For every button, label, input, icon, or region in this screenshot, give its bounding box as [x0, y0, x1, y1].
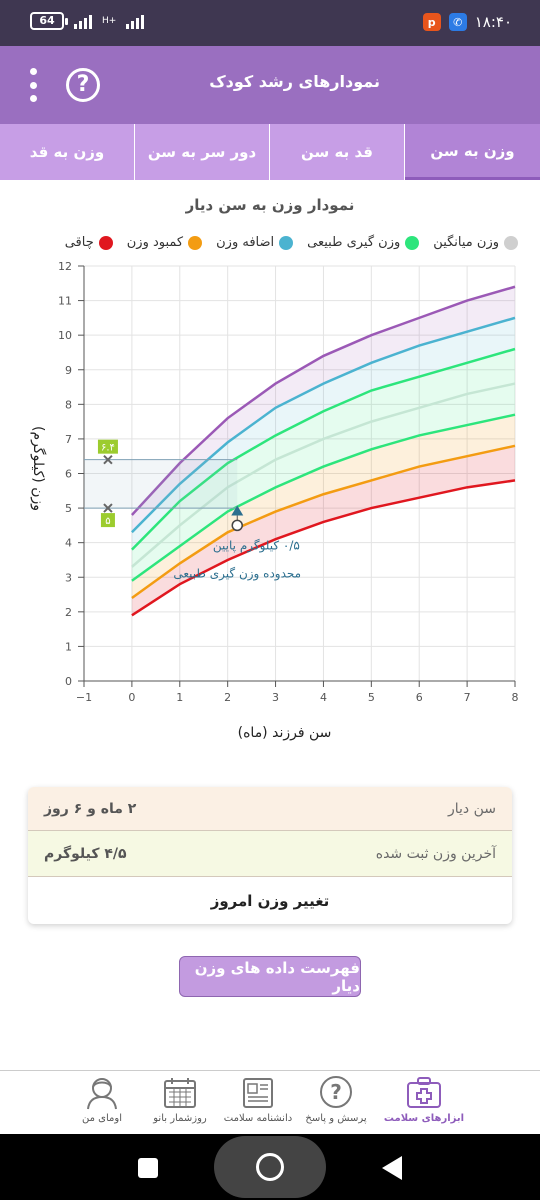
x-tick-label: 8 — [512, 691, 519, 704]
back-icon[interactable] — [382, 1156, 402, 1180]
x-tick-label: 0 — [128, 691, 135, 704]
legend-item-underweight[interactable]: کمبود وزن — [126, 235, 203, 250]
x-tick-label: 6 — [416, 691, 423, 704]
x-tick-label: 2 — [224, 691, 231, 704]
age-row: سن دیار ۲ ماه و ۶ روز — [28, 787, 512, 831]
y-tick-label: 0 — [65, 675, 72, 688]
weight-label: آخرین وزن ثبت شده — [375, 845, 496, 862]
legend-item-normal[interactable]: وزن گیری طبیعی — [307, 235, 420, 250]
signal-icon — [74, 13, 92, 29]
x-tick-label: 1 — [176, 691, 183, 704]
system-nav-bar — [0, 1134, 540, 1200]
nav-label: روزشمار بانو — [153, 1113, 207, 1124]
y-tick-label: 8 — [65, 398, 72, 411]
status-right: p ✆ ۱۸:۴۰ — [422, 13, 512, 31]
y-tick-label: 4 — [65, 537, 72, 550]
x-tick-label: 4 — [320, 691, 327, 704]
legend-dot — [504, 235, 518, 250]
legend-label: چاقی — [64, 235, 94, 250]
legend-item-obese[interactable]: چاقی — [65, 235, 113, 250]
battery-icon: 64 — [30, 12, 68, 30]
weight-for-age-chart: ۶.۴ ۵ ۰/۵ کیلوگرم پایین محدوده وزن گیری طبی… — [30, 260, 519, 741]
annotation-line-2: محدوده وزن گیری طبیعی — [173, 566, 301, 581]
marker-range — [84, 459, 238, 509]
calendar-icon — [164, 1078, 196, 1108]
x-tick-label: 7 — [464, 691, 471, 704]
nav-profile[interactable]: اومای من — [52, 1075, 152, 1124]
tab-weight-for-height[interactable]: وزن به قد — [0, 124, 135, 180]
status-bar: 64 H+ p ✆ ۱۸:۴۰ — [0, 0, 540, 46]
y-tick-label: 12 — [58, 260, 72, 273]
weight-row: آخرین وزن ثبت شده ۴/۵ کیلوگرم — [28, 831, 512, 877]
tab-head-for-age[interactable]: دور سر به سن — [135, 124, 270, 180]
status-time: ۱۸:۴۰ — [474, 13, 512, 31]
legend-item-average[interactable]: وزن میانگین — [433, 235, 518, 250]
legend-dot — [279, 235, 294, 250]
question-icon: ? — [320, 1076, 352, 1108]
legend-item-overweight[interactable]: اضافه وزن — [216, 235, 294, 250]
y-tick-label: 2 — [65, 606, 72, 619]
x-tick-label: −1 — [76, 691, 92, 704]
y-axis-label: وزن (کیلوگرم) — [30, 426, 47, 511]
legend-label: وزن میانگین — [433, 235, 499, 250]
change-weight-today-button[interactable]: تغییر وزن امروز — [28, 877, 512, 924]
svg-text:?: ? — [330, 1080, 342, 1104]
status-left: 64 H+ — [30, 12, 145, 30]
legend-dot — [98, 235, 113, 250]
y-tick-label: 6 — [65, 468, 72, 481]
y-tick-label: 3 — [65, 571, 72, 584]
nav-label: اومای من — [82, 1113, 122, 1124]
age-value: ۲ ماه و ۶ روز — [44, 800, 137, 817]
notification-app-icon: p — [422, 13, 441, 31]
encyclopedia-icon — [243, 1078, 273, 1108]
marker-label: ۶.۴ — [101, 443, 115, 454]
info-card: سن دیار ۲ ماه و ۶ روز آخرین وزن ثبت شده … — [28, 787, 512, 924]
y-tick-label: 5 — [65, 502, 72, 515]
marker-label: ۵ — [105, 516, 110, 527]
overflow-menu-icon[interactable] — [24, 68, 42, 102]
x-tick-label: 3 — [272, 691, 279, 704]
nav-health-tools[interactable]: ابزارهای سلامت — [374, 1075, 474, 1124]
tab-bar: وزن به قد دور سر به سن قد به سن وزن به س… — [0, 124, 540, 180]
tab-height-for-age[interactable]: قد به سن — [270, 124, 405, 180]
app-bar: ? نمودارهای رشد کودک — [0, 46, 540, 124]
nav-label: ابزارهای سلامت — [383, 1113, 465, 1124]
x-axis-label: سن فرزند (ماه) — [238, 725, 332, 741]
y-tick-label: 9 — [65, 364, 72, 377]
profile-icon — [87, 1078, 117, 1110]
recents-icon[interactable] — [138, 1158, 158, 1178]
y-tick-label: 1 — [65, 640, 72, 653]
legend-dot — [188, 235, 203, 250]
tab-weight-for-age[interactable]: وزن به سن — [405, 124, 540, 180]
bottom-nav: ابزارهای سلامت ? پرسش و پاسخ دانشنامه سل… — [0, 1070, 540, 1134]
chart-title: نمودار وزن به سن دیار — [185, 196, 355, 214]
health-tools-icon — [407, 1077, 441, 1108]
legend-dot — [405, 235, 420, 250]
x-tick-label: 5 — [368, 691, 375, 704]
legend-label: کمبود وزن — [126, 235, 184, 250]
legend-label: اضافه وزن — [216, 235, 275, 250]
legend-label: وزن گیری طبیعی — [307, 235, 401, 250]
chart-legend: چاقی کمبود وزن اضافه وزن وزن گیری طبیعی … — [65, 235, 518, 250]
y-tick-label: 7 — [65, 433, 72, 446]
home-icon[interactable] — [214, 1136, 326, 1198]
nav-label: پرسش و پاسخ — [305, 1113, 367, 1124]
nav-label: دانشنامه سلامت — [223, 1113, 293, 1124]
page-title: نمودارهای رشد کودک — [209, 72, 380, 91]
weight-data-list-button[interactable]: فهرست داده های وزن دیار — [179, 956, 361, 997]
signal-icon-2 — [126, 13, 145, 29]
y-tick-label: 10 — [58, 329, 72, 342]
weight-value: ۴/۵ کیلوگرم — [44, 845, 127, 862]
phone-icon: ✆ — [448, 13, 467, 31]
network-type: H+ — [102, 15, 117, 26]
annotation-line-1: ۰/۵ کیلوگرم پایین — [213, 539, 300, 554]
help-icon[interactable]: ? — [66, 68, 100, 102]
current-weight-point — [231, 519, 243, 532]
age-label: سن دیار — [448, 800, 496, 817]
y-tick-label: 11 — [58, 295, 72, 308]
